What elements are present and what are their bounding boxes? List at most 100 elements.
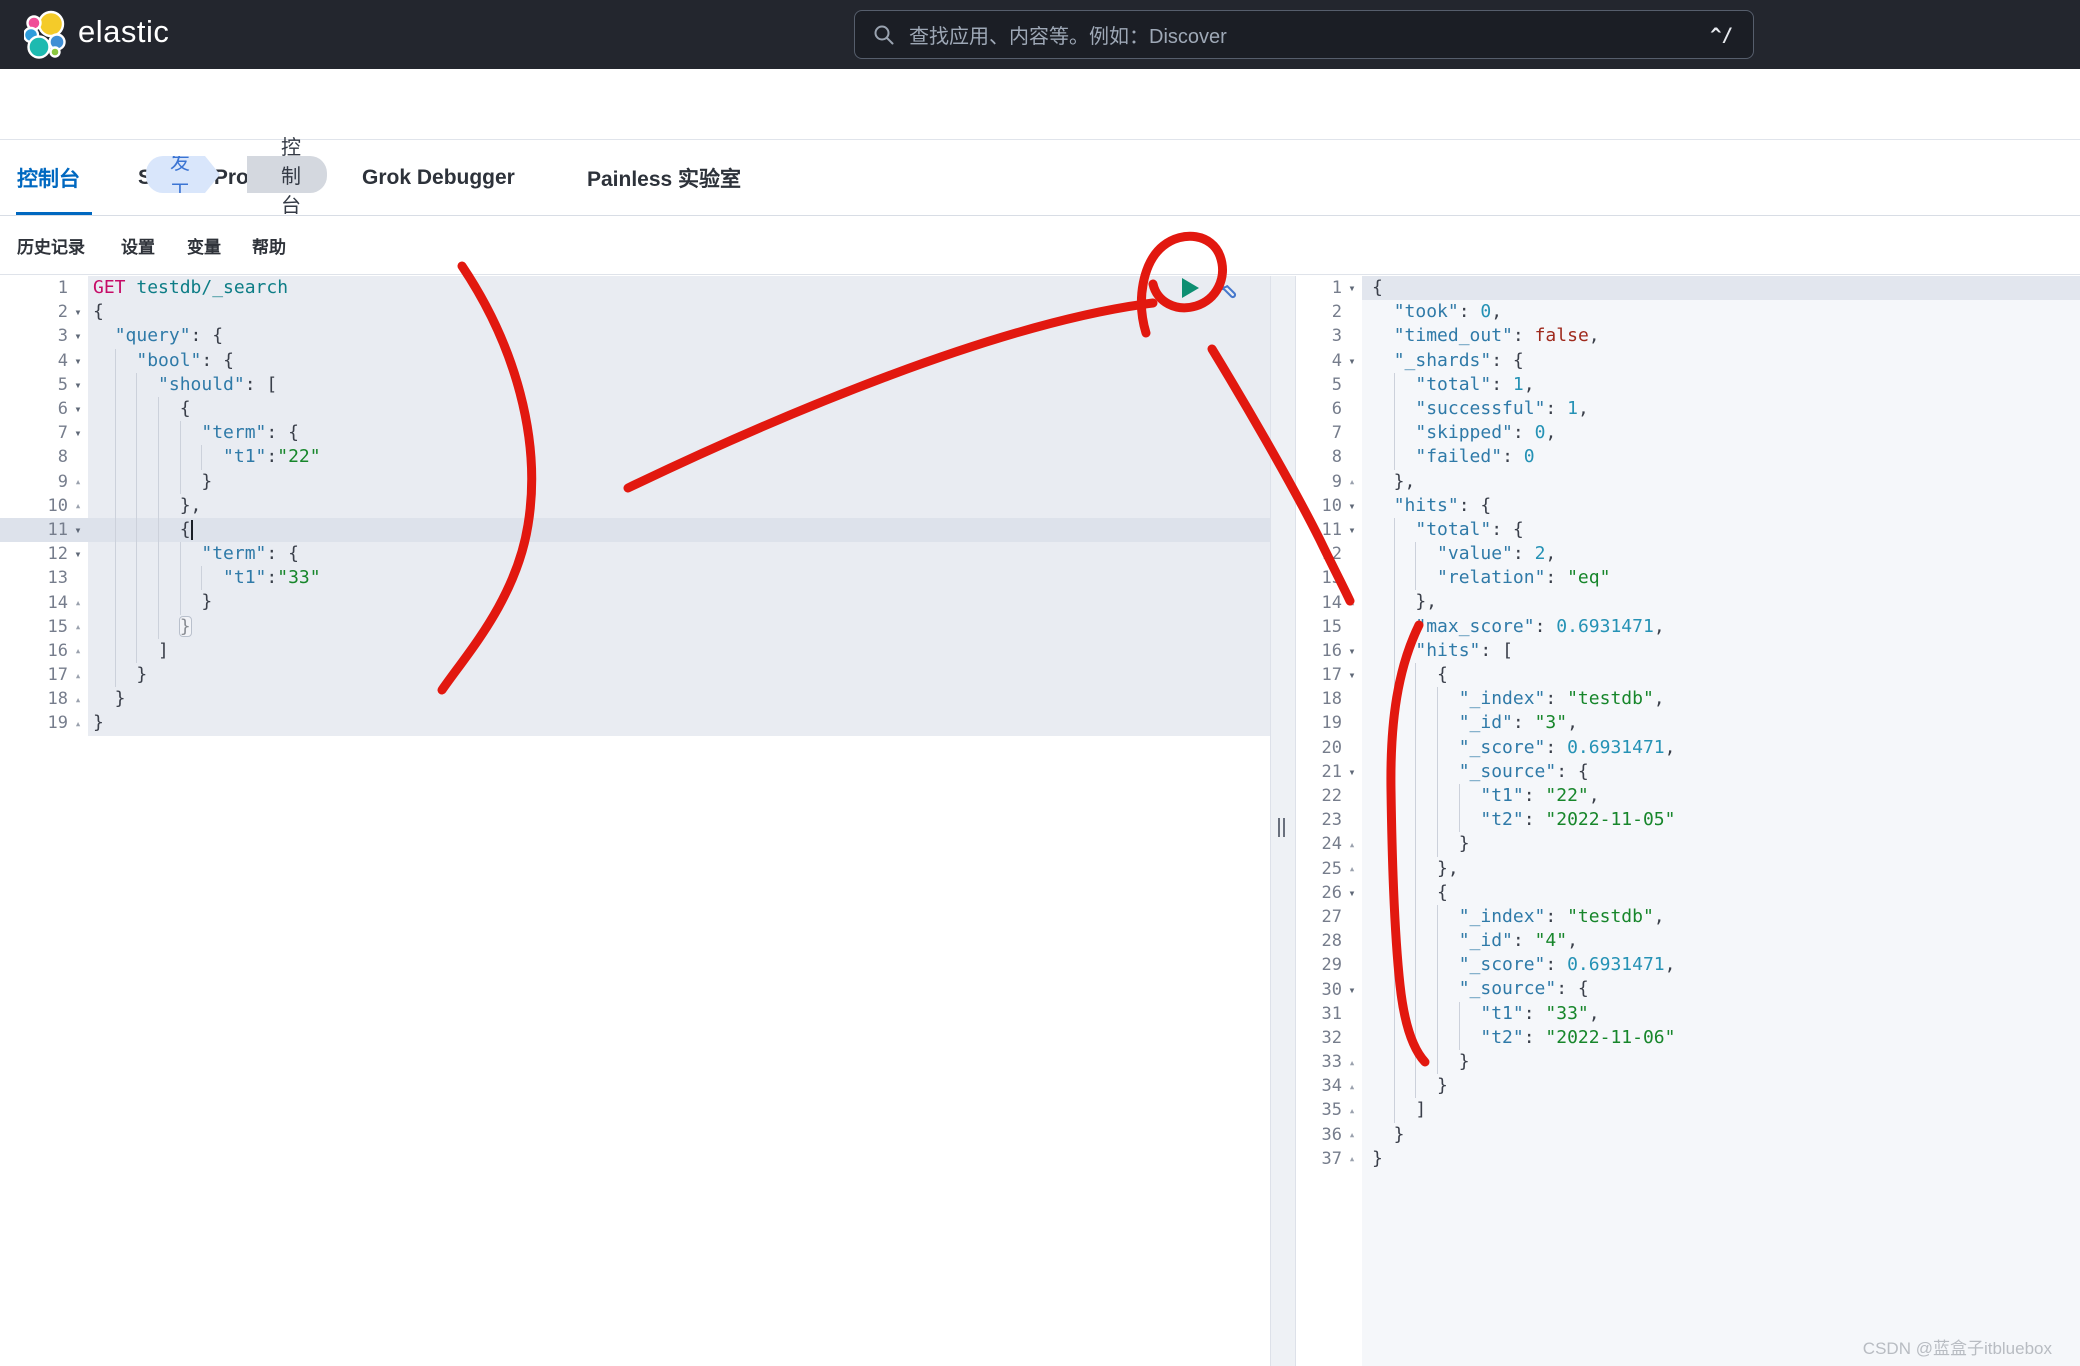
fold-toggle[interactable]: ▴ [1342,862,1362,875]
code-line[interactable]: } [88,590,1270,615]
code-line[interactable]: "t1":"22" [88,445,1270,470]
code-line[interactable]: "_index": "testdb", [1362,687,2080,712]
fold-toggle[interactable]: ▾ [1342,886,1362,900]
fold-toggle[interactable]: ▾ [68,305,88,319]
fold-toggle[interactable]: ▾ [1342,765,1362,779]
fold-toggle[interactable]: ▾ [68,354,88,368]
code-line[interactable]: { [1362,663,2080,688]
fold-toggle[interactable]: ▴ [68,620,88,633]
fold-toggle[interactable]: ▾ [1342,983,1362,997]
code-line[interactable]: } [1362,1147,2080,1171]
code-line[interactable]: "max_score": 0.6931471, [1362,614,2080,639]
fold-toggle[interactable]: ▴ [1342,475,1362,488]
code-line[interactable]: } [1362,832,2080,857]
code-line[interactable]: }, [88,493,1270,518]
menu-variables[interactable]: 变量 [187,216,221,274]
code-line[interactable]: "value": 2, [1362,542,2080,567]
fold-toggle[interactable]: ▴ [1342,1080,1362,1093]
tab-painless-lab[interactable]: Painless 实验室 [587,141,741,215]
request-editor[interactable]: GET testdb/_search{ "query": { "bool": {… [88,276,1270,736]
code-line[interactable]: "relation": "eq" [1362,566,2080,591]
code-line[interactable]: "t2": "2022-11-05" [1362,808,2080,833]
code-line[interactable]: "successful": 1, [1362,396,2080,422]
fold-toggle[interactable]: ▾ [1342,523,1362,537]
code-line[interactable]: "t2": "2022-11-06" [1362,1025,2080,1050]
fold-toggle[interactable]: ▾ [68,378,88,392]
code-line[interactable]: "_source": { [1362,977,2080,1002]
code-line[interactable]: "failed": 0 [1362,445,2080,470]
code-line[interactable]: "hits": { [1362,494,2080,518]
fold-toggle[interactable]: ▴ [1342,1128,1362,1141]
send-request-button[interactable] [1180,277,1200,299]
wrench-icon[interactable] [1213,275,1239,301]
fold-toggle[interactable]: ▾ [1342,281,1362,295]
fold-toggle[interactable]: ▴ [1342,596,1362,609]
code-line[interactable]: "bool": { [88,348,1270,373]
code-line[interactable]: { [1362,276,2080,301]
panel-resizer[interactable] [1270,276,1296,1366]
code-line[interactable]: } [88,711,1270,735]
code-line[interactable]: "_id": "3", [1362,711,2080,736]
code-line[interactable]: "total": 1, [1362,372,2080,397]
fold-toggle[interactable]: ▴ [68,717,88,730]
menu-help[interactable]: 帮助 [252,216,286,274]
fold-toggle[interactable]: ▾ [1342,354,1362,368]
code-line[interactable]: } [88,614,1270,639]
code-line[interactable]: { [88,396,1270,422]
code-line[interactable]: "t1":"33" [88,566,1270,591]
breadcrumb-dev-tools[interactable]: 开发工具 [146,156,220,193]
code-line[interactable]: "_source": { [1362,759,2080,784]
global-search-input[interactable]: 查找应用、内容等。例如：Discover ^/ [854,10,1754,59]
code-line[interactable]: { [88,517,1270,543]
fold-toggle[interactable]: ▾ [68,547,88,561]
fold-toggle[interactable]: ▴ [68,475,88,488]
code-line[interactable]: "t1": "22", [1362,783,2080,809]
fold-toggle[interactable]: ▴ [68,499,88,512]
menu-settings[interactable]: 设置 [121,216,155,274]
code-line[interactable]: GET testdb/_search [88,276,1270,300]
fold-toggle[interactable]: ▴ [1342,1056,1362,1069]
code-line[interactable]: { [1362,880,2080,905]
code-line[interactable]: } [88,687,1270,711]
fold-toggle[interactable]: ▾ [68,523,88,537]
code-line[interactable]: }, [1362,590,2080,615]
fold-toggle[interactable]: ▾ [1342,644,1362,658]
fold-toggle[interactable]: ▴ [68,669,88,682]
code-line[interactable]: "timed_out": false, [1362,324,2080,348]
fold-toggle[interactable]: ▾ [68,426,88,440]
code-line[interactable]: "should": [ [88,372,1270,397]
fold-toggle[interactable]: ▴ [1342,1152,1362,1165]
code-line[interactable]: "_score": 0.6931471, [1362,953,2080,978]
fold-toggle[interactable]: ▾ [68,402,88,416]
code-line[interactable]: } [1362,1074,2080,1099]
tab-console[interactable]: 控制台 [17,141,80,215]
fold-toggle[interactable]: ▴ [68,596,88,609]
code-line[interactable]: "total": { [1362,517,2080,543]
code-line[interactable]: "skipped": 0, [1362,421,2080,446]
code-line[interactable]: "term": { [88,421,1270,446]
code-line[interactable]: "_score": 0.6931471, [1362,735,2080,760]
code-line[interactable]: ] [88,638,1270,663]
fold-toggle[interactable]: ▴ [68,693,88,706]
code-line[interactable]: "_id": "4", [1362,929,2080,954]
code-line[interactable]: ] [1362,1098,2080,1123]
code-line[interactable]: "hits": [ [1362,638,2080,663]
code-line[interactable]: } [88,469,1270,494]
menu-history[interactable]: 历史记录 [17,216,85,274]
code-line[interactable]: "_index": "testdb", [1362,904,2080,930]
code-line[interactable]: "_shards": { [1362,349,2080,373]
fold-toggle[interactable]: ▾ [1342,499,1362,513]
fold-toggle[interactable]: ▴ [1342,838,1362,851]
code-line[interactable]: }, [1362,470,2080,494]
code-line[interactable]: "query": { [88,324,1270,348]
code-line[interactable]: "t1": "33", [1362,1001,2080,1026]
response-viewer[interactable]: { "took": 0, "timed_out": false, "_shard… [1362,276,2080,1366]
code-line[interactable]: }, [1362,856,2080,881]
code-line[interactable]: } [88,663,1270,688]
fold-toggle[interactable]: ▴ [1342,1104,1362,1117]
fold-toggle[interactable]: ▴ [68,644,88,657]
fold-toggle[interactable]: ▾ [68,329,88,343]
code-line[interactable]: { [88,300,1270,324]
code-line[interactable]: "term": { [88,542,1270,567]
fold-toggle[interactable]: ▾ [1342,668,1362,682]
